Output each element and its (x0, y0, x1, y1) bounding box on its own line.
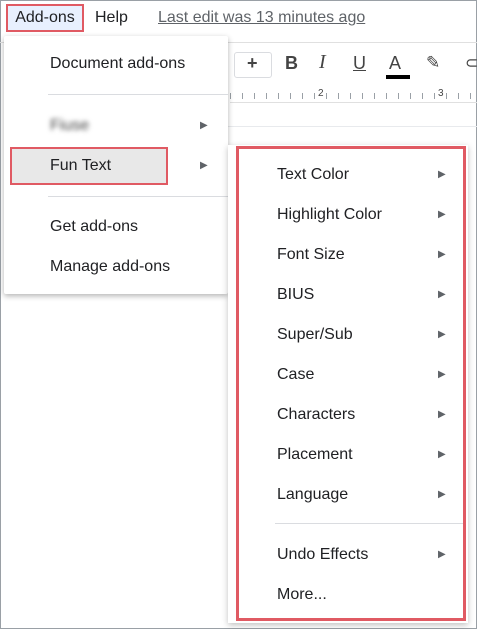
menu-help[interactable]: Help (95, 9, 128, 27)
submenu-arrow-icon: ▶ (438, 249, 446, 260)
submenu-item-language[interactable]: Language ▶ (236, 475, 466, 515)
submenu-item-label: More... (277, 586, 327, 603)
menu-bar: Add-ons Help Last edit was 13 minutes ag… (0, 0, 477, 38)
last-edit-link[interactable]: Last edit was 13 minutes ago (158, 9, 365, 27)
ruler-mark-3: 3 (436, 88, 446, 99)
submenu-arrow-icon: ▶ (438, 169, 446, 180)
submenu-arrow-icon: ▶ (438, 209, 446, 220)
submenu-item-label: Placement (277, 446, 353, 463)
menu-separator (48, 94, 228, 95)
submenu-arrow-icon: ▶ (438, 489, 446, 500)
submenu-item-font-size[interactable]: Font Size ▶ (236, 235, 466, 275)
submenu-arrow-icon: ▶ (438, 369, 446, 380)
menu-item-label: Document add-ons (50, 55, 186, 72)
menu-addons[interactable]: Add-ons (6, 4, 84, 32)
submenu-item-label: Highlight Color (277, 206, 382, 223)
plus-icon[interactable]: + (247, 53, 258, 74)
submenu-item-label: Characters (277, 406, 356, 423)
menu-item-label: Get add-ons (50, 218, 139, 235)
submenu-arrow-icon: ▶ (438, 549, 446, 560)
addons-dropdown: Document add-ons Fiuse ▶ Fun Text ▶ Get … (4, 36, 228, 294)
submenu-item-characters[interactable]: Characters ▶ (236, 395, 466, 435)
menu-item-label: Fun Text (50, 157, 112, 174)
submenu-item-placement[interactable]: Placement ▶ (236, 435, 466, 475)
link-icon[interactable]: ⊂ (465, 53, 477, 73)
menu-item-label: Fiuse (50, 117, 90, 134)
submenu-arrow-icon: ▶ (438, 449, 446, 460)
ruler-mark-2: 2 (316, 88, 326, 99)
menu-item-label: Manage add-ons (50, 258, 171, 275)
submenu-item-undo-effects[interactable]: Undo Effects ▶ (236, 535, 466, 575)
submenu-item-label: Undo Effects (277, 546, 369, 563)
menu-item-get-addons[interactable]: Get add-ons (4, 209, 228, 245)
submenu-item-more[interactable]: More... (236, 575, 466, 615)
submenu-arrow-icon: ▶ (438, 329, 446, 340)
page-edge (228, 126, 477, 127)
submenu-item-label: Font Size (277, 246, 345, 263)
submenu-arrow-icon: ▶ (438, 409, 446, 420)
submenu-item-super-sub[interactable]: Super/Sub ▶ (236, 315, 466, 355)
submenu-arrow-icon: ▶ (200, 120, 208, 131)
submenu-item-label: Case (277, 366, 315, 383)
submenu-item-bius[interactable]: BIUS ▶ (236, 275, 466, 315)
submenu-item-label: Super/Sub (277, 326, 353, 343)
submenu-item-label: BIUS (277, 286, 315, 303)
submenu-item-highlight-color[interactable]: Highlight Color ▶ (236, 195, 466, 235)
menu-separator (48, 196, 228, 197)
menu-item-fun-text[interactable]: Fun Text ▶ (4, 148, 228, 184)
submenu-arrow-icon: ▶ (438, 289, 446, 300)
highlighter-icon[interactable]: ✎ (426, 53, 440, 73)
submenu-separator (275, 523, 465, 524)
menu-item-manage-addons[interactable]: Manage add-ons (4, 249, 228, 285)
submenu-item-text-color[interactable]: Text Color ▶ (236, 155, 466, 195)
underline-icon[interactable]: U (353, 53, 366, 74)
italic-icon[interactable]: I (319, 51, 326, 74)
bold-icon[interactable]: B (285, 53, 298, 74)
submenu-item-label: Language (277, 486, 349, 503)
text-color-icon[interactable]: A (389, 53, 401, 74)
submenu-item-case[interactable]: Case ▶ (236, 355, 466, 395)
text-color-swatch (386, 75, 410, 79)
ruler: 2 3 (230, 88, 477, 103)
menu-item-blurred-addon[interactable]: Fiuse ▶ (4, 108, 228, 144)
submenu-arrow-icon: ▶ (200, 160, 208, 171)
submenu-item-label: Text Color (277, 166, 350, 183)
menu-item-document-addons[interactable]: Document add-ons (4, 46, 228, 82)
